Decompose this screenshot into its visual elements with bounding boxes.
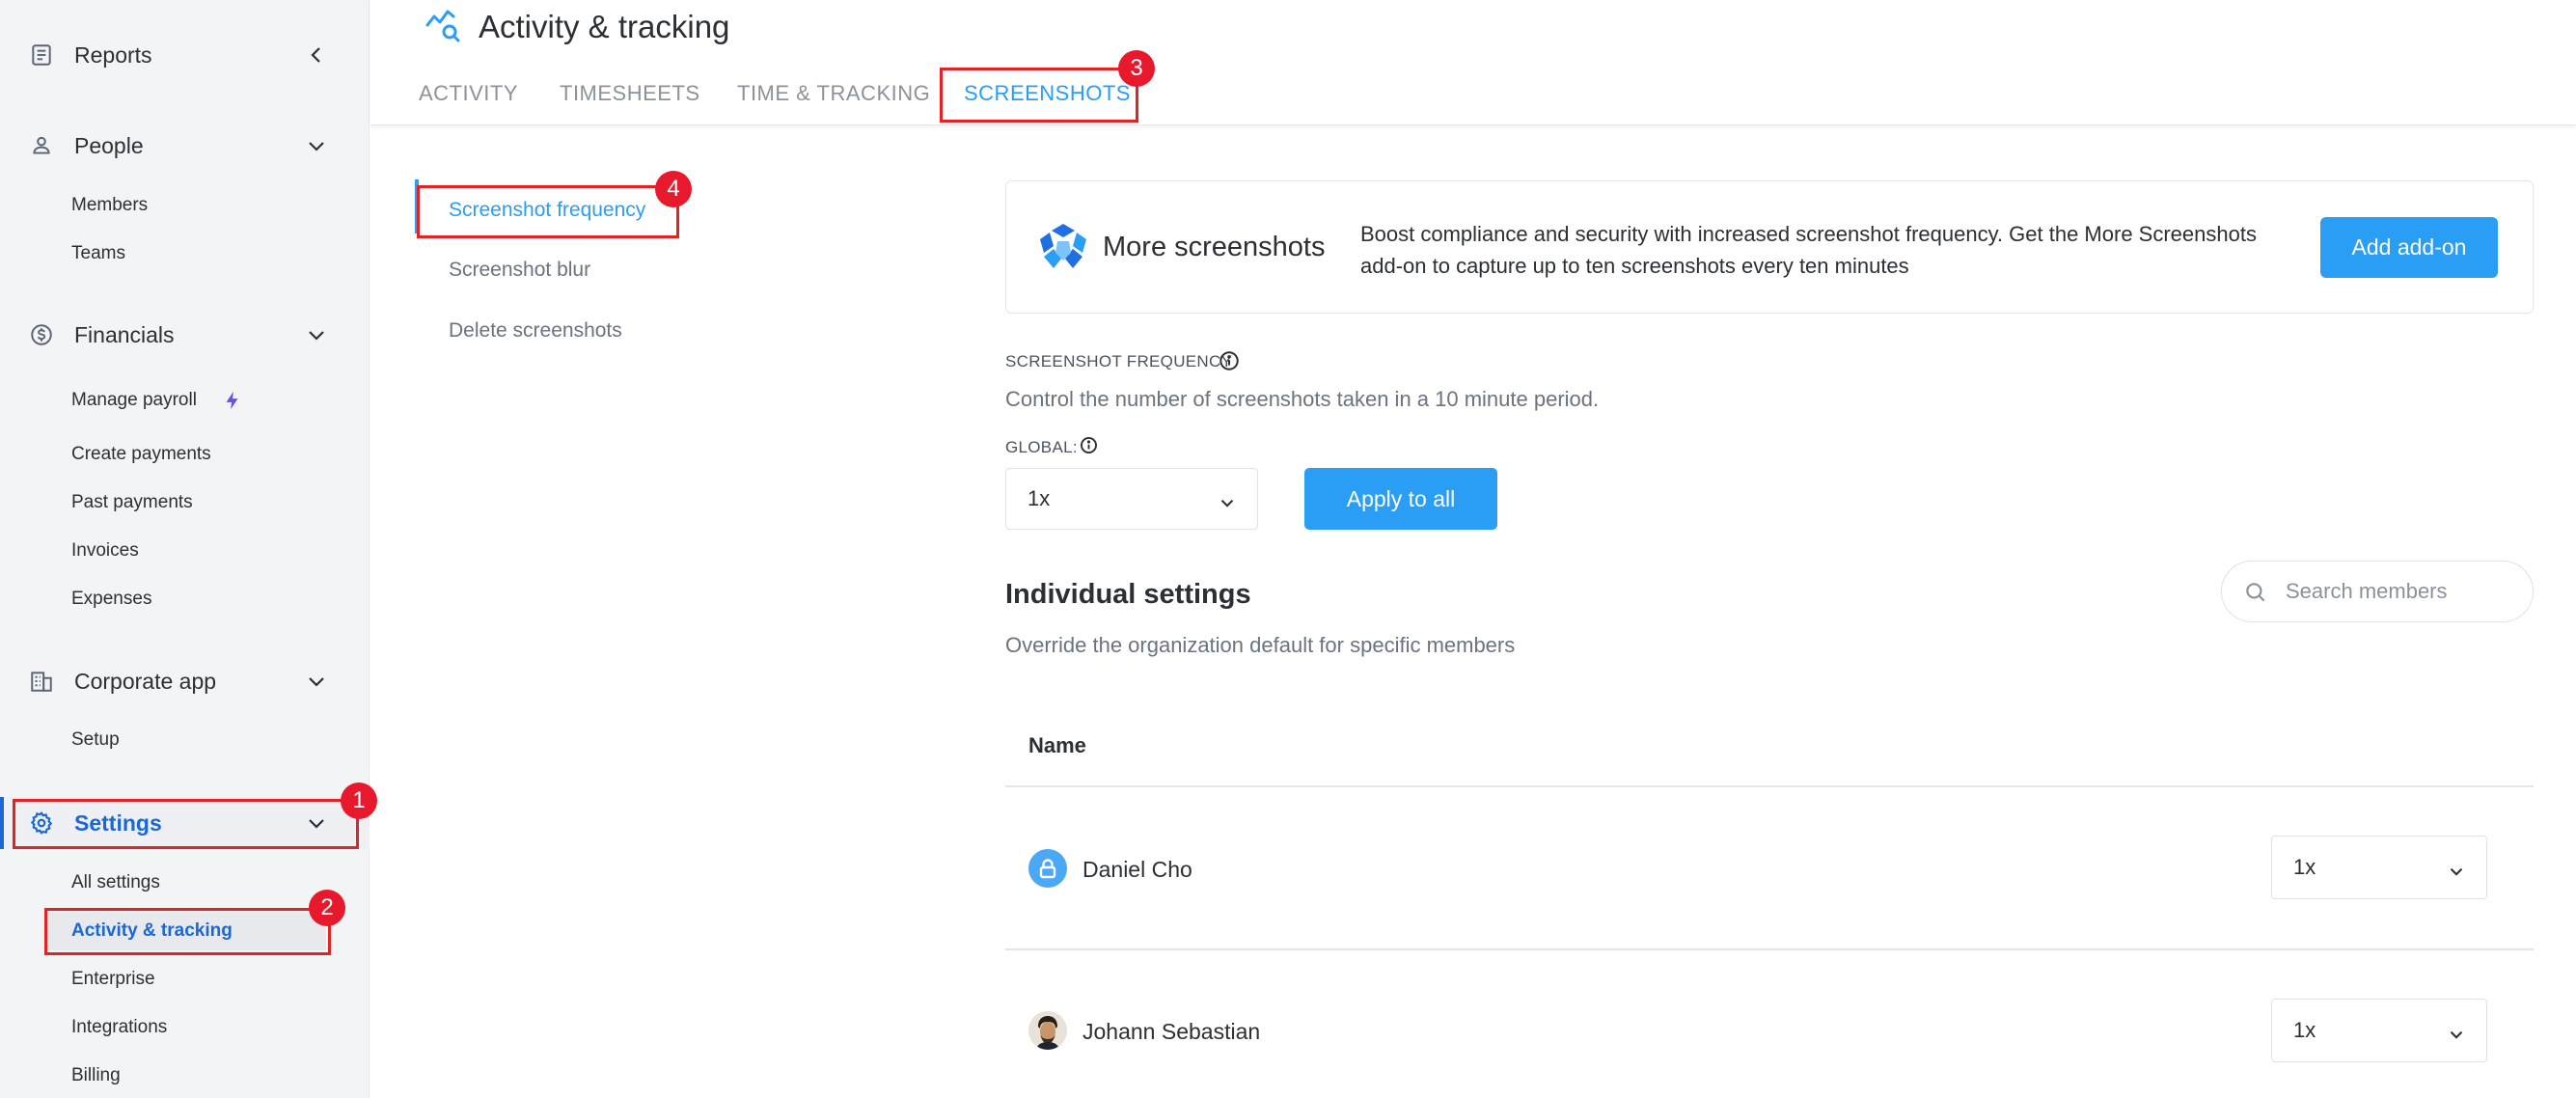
sidebar-section-people[interactable]: People [0, 120, 370, 172]
divider [1005, 948, 2534, 950]
subnav-active-indicator [415, 179, 419, 233]
sidebar-item-expenses[interactable]: Expenses [71, 585, 151, 614]
chevron-down-icon [1217, 492, 1238, 513]
sidebar-item-all-settings[interactable]: All settings [71, 868, 160, 897]
tab-time-tracking[interactable]: TIME & TRACKING [737, 81, 930, 106]
divider [1005, 785, 2534, 787]
sidebar-item-teams[interactable]: Teams [71, 239, 125, 268]
chevron-down-icon[interactable] [305, 670, 328, 693]
sidebar-item-activity-tracking[interactable]: Activity & tracking [46, 912, 326, 950]
banner-description: Boost compliance and security with incre… [1360, 222, 2257, 278]
sidebar-section-reports[interactable]: Reports [0, 29, 370, 81]
annotation-badge-3: 3 [1118, 50, 1155, 87]
chevron-down-icon[interactable] [305, 323, 328, 346]
more-screenshots-banner: More screenshots Boost compliance and se… [1005, 180, 2534, 314]
lightning-icon [222, 389, 243, 412]
avatar [1028, 849, 1067, 888]
sidebar-item-enterprise[interactable]: Enterprise [71, 965, 155, 994]
individual-settings-description: Override the organization default for sp… [1005, 633, 1516, 657]
tab-timesheets[interactable]: TIMESHEETS [560, 81, 700, 106]
sidebar-item-billing[interactable]: Billing [71, 1061, 121, 1090]
sidebar-section-corporate-app[interactable]: Corporate app [0, 655, 370, 707]
select-value: 1x [1028, 486, 1051, 510]
annotation-badge-4: 4 [655, 171, 692, 207]
sidebar-section-settings[interactable]: Settings [0, 797, 370, 849]
select-value: 1x [2293, 855, 2316, 879]
individual-settings-title: Individual settings [1005, 579, 1251, 610]
sidebar-item-label: Manage payroll [71, 390, 197, 410]
sidebar-section-label: Reports [74, 41, 152, 68]
chevron-down-icon[interactable] [305, 134, 328, 157]
tab-activity[interactable]: ACTIVITY [419, 81, 518, 106]
person-icon [29, 133, 54, 158]
report-icon [29, 42, 54, 68]
column-header-name: Name [1028, 733, 1086, 757]
banner-title: More screenshots [1103, 232, 1326, 262]
addon-logo-icon [1038, 222, 1088, 272]
info-icon[interactable] [1219, 350, 1240, 371]
global-frequency-select[interactable]: 1x [1005, 468, 1258, 530]
search-members [2221, 561, 2534, 622]
activity-search-icon [425, 8, 463, 44]
sidebar-item-manage-payroll[interactable]: Manage payroll [71, 386, 238, 415]
chevron-down-icon[interactable] [305, 811, 328, 835]
active-indicator [0, 797, 4, 849]
sidebar-item-create-payments[interactable]: Create payments [71, 440, 211, 469]
tab-screenshots[interactable]: SCREENSHOTS [964, 81, 1131, 106]
search-icon [2243, 580, 2268, 605]
global-label: GLOBAL: [1005, 438, 1078, 456]
sidebar: Reports People Members Teams Financials … [0, 0, 370, 1098]
sidebar-section-label: People [74, 132, 144, 158]
gear-icon [29, 810, 54, 836]
sidebar-item-setup[interactable]: Setup [71, 726, 120, 755]
sidebar-section-label: Corporate app [74, 668, 217, 694]
annotation-badge-1: 1 [341, 782, 377, 819]
page-title: Activity & tracking [479, 9, 730, 44]
chevron-left-icon[interactable] [305, 43, 328, 67]
info-icon[interactable] [1080, 436, 1098, 454]
apply-to-all-button[interactable]: Apply to all [1304, 468, 1497, 530]
subnav-delete-screenshots[interactable]: Delete screenshots [449, 319, 622, 343]
sidebar-section-financials[interactable]: Financials [0, 309, 370, 361]
sidebar-item-past-payments[interactable]: Past payments [71, 488, 193, 517]
chevron-down-icon [2446, 1024, 2467, 1045]
screenshot-frequency-label: SCREENSHOT FREQUENCY [1005, 352, 1233, 371]
member-name: Daniel Cho [1082, 857, 1192, 882]
sidebar-section-label: Settings [74, 810, 162, 836]
add-addon-button[interactable]: Add add-on [2320, 217, 2498, 278]
subnav-screenshot-frequency[interactable]: Screenshot frequency [449, 199, 645, 222]
avatar [1028, 1011, 1067, 1050]
building-icon [29, 669, 54, 694]
sidebar-item-integrations[interactable]: Integrations [71, 1013, 167, 1042]
annotation-badge-2: 2 [309, 890, 345, 926]
chevron-down-icon [2446, 861, 2467, 882]
page-header: Activity & tracking ACTIVITY TIMESHEETS … [370, 0, 2576, 125]
member-frequency-select[interactable]: 1x [2271, 999, 2487, 1062]
sidebar-item-invoices[interactable]: Invoices [71, 536, 139, 565]
dollar-icon [29, 322, 54, 347]
search-input[interactable] [2284, 573, 2515, 610]
sidebar-section-label: Financials [74, 321, 175, 347]
member-frequency-select[interactable]: 1x [2271, 836, 2487, 899]
frequency-help-text: Control the number of screenshots taken … [1005, 387, 1600, 411]
sidebar-item-members[interactable]: Members [71, 191, 148, 220]
member-name: Johann Sebastian [1082, 1019, 1261, 1044]
subnav-screenshot-blur[interactable]: Screenshot blur [449, 259, 590, 282]
select-value: 1x [2293, 1018, 2316, 1042]
